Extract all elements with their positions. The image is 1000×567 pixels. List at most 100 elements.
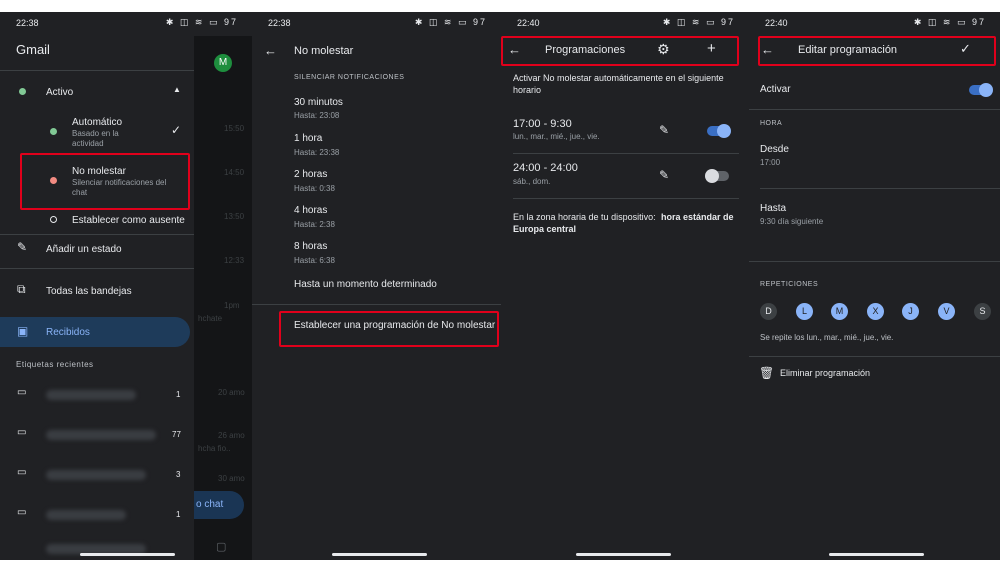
delete-schedule-button[interactable]: Eliminar programación <box>780 368 870 378</box>
divider <box>749 261 1000 262</box>
label-icon: ▭ <box>17 427 27 438</box>
automatic-sub: Basado en la actividad <box>72 129 119 148</box>
automatic-label[interactable]: Automático <box>72 117 122 128</box>
edit-pencil-icon[interactable]: ✎ <box>659 169 669 181</box>
from-label[interactable]: Desde <box>760 144 789 155</box>
dnd-option-until: Hasta: 6:38 <box>294 256 335 265</box>
status-time: 22:40 <box>765 18 788 28</box>
divider <box>252 304 501 305</box>
add-status-item[interactable]: Añadir un estado <box>46 244 122 255</box>
schedule-time[interactable]: 17:00 - 9:30 <box>513 118 572 130</box>
highlight-box <box>758 36 996 66</box>
label-icon: ▭ <box>17 387 27 398</box>
intro-text: horario <box>513 85 542 95</box>
label-count: 77 <box>172 430 181 439</box>
scrim-text: 12:33 <box>224 256 245 265</box>
dnd-option[interactable]: 30 minutos <box>294 97 343 108</box>
dnd-option-until: Hasta: 23:08 <box>294 111 340 120</box>
back-arrow-icon[interactable]: ← <box>264 44 277 57</box>
day-toggle-friday[interactable]: V <box>938 303 955 320</box>
dnd-option[interactable]: 2 horas <box>294 169 327 180</box>
scrim-text: 26 amo <box>218 431 245 440</box>
page-title: No molestar <box>294 45 354 57</box>
divider <box>760 188 1000 189</box>
divider <box>513 198 739 199</box>
gesture-bar <box>576 553 671 556</box>
dnd-option-until: Hasta: 23:38 <box>294 148 340 157</box>
schedule-toggle[interactable] <box>705 169 729 183</box>
timezone-prefix: En la zona horaria de tu dispositivo: <box>513 212 656 222</box>
timezone-name: hora estándar de <box>661 212 734 222</box>
scrim-text: 1pm <box>224 301 240 310</box>
schedule-toggle[interactable] <box>707 124 731 138</box>
gesture-bar <box>80 553 175 556</box>
status-icons: ✱ ◫ ≋ ▭ 97 <box>414 17 487 27</box>
status-bar: 22:38 ✱ ◫ ≋ ▭ 97 <box>0 12 252 36</box>
intro-text: Activar No molestar automáticamente en e… <box>513 73 724 83</box>
until-moment-option[interactable]: Hasta un momento determinado <box>294 279 437 290</box>
status-time: 22:38 <box>268 18 291 28</box>
edit-schedule-panel: 22:40 ✱ ◫ ≋ ▭ 97 ← Editar programación ✓… <box>749 12 1000 560</box>
label-icon: ▭ <box>17 507 27 518</box>
dnd-option[interactable]: 8 horas <box>294 241 327 252</box>
recent-labels-header: Etiquetas recientes <box>16 360 94 369</box>
account-drawer-panel: 22:38 ✱ ◫ ≋ ▭ 97 M 15:50 14:50 13:50 12:… <box>0 12 252 560</box>
hour-section-header: Hora <box>760 120 783 127</box>
dnd-option[interactable]: 1 hora <box>294 133 322 144</box>
blurred-label <box>46 470 146 480</box>
dnd-option-until: Hasta: 0:38 <box>294 184 335 193</box>
schedule-time[interactable]: 24:00 - 24:00 <box>513 162 578 174</box>
gesture-bar <box>332 553 427 556</box>
all-inboxes-item[interactable]: Todas las bandejas <box>46 286 132 297</box>
pencil-icon: ✎ <box>17 240 28 254</box>
divider <box>0 70 194 71</box>
highlight-box <box>20 153 190 210</box>
active-status-dot <box>19 88 26 95</box>
timezone-name: Europa central <box>513 224 577 234</box>
day-toggle-monday[interactable]: L <box>796 303 813 320</box>
status-icons: ✱ ◫ ≋ ▭ 97 <box>165 17 238 27</box>
received-item[interactable] <box>0 317 190 347</box>
avatar[interactable]: M <box>214 54 232 72</box>
label-icon: ▭ <box>17 467 27 478</box>
activate-label: Activar <box>760 84 791 95</box>
schedule-days: lun., mar., mié., jue., vie. <box>513 132 600 141</box>
divider <box>0 234 194 235</box>
scrim-text: 15:50 <box>224 124 245 133</box>
active-label[interactable]: Activo <box>46 87 73 98</box>
chevron-up-icon[interactable]: ▲ <box>173 86 181 94</box>
away-label[interactable]: Establecer como ausente <box>72 215 185 226</box>
highlight-box <box>501 36 739 66</box>
check-icon: ✓ <box>171 123 182 137</box>
received-label: Recibidos <box>46 327 90 338</box>
repeat-section-header: Repeticiones <box>760 281 819 288</box>
away-status-dot <box>50 216 57 223</box>
edit-pencil-icon[interactable]: ✎ <box>659 124 669 136</box>
label-count: 3 <box>176 470 181 479</box>
app-title: Gmail <box>16 42 50 57</box>
trash-icon: 🗑 <box>759 366 775 380</box>
divider <box>749 109 1000 110</box>
scrim-text: 20 amo <box>218 388 245 397</box>
day-toggle-wednesday[interactable]: X <box>867 303 884 320</box>
status-icons: ✱ ◫ ≋ ▭ 97 <box>662 17 735 27</box>
video-icon[interactable]: ▢ <box>216 542 226 553</box>
divider <box>0 268 194 269</box>
to-label[interactable]: Hasta <box>760 203 786 214</box>
day-toggle-saturday[interactable]: S <box>974 303 991 320</box>
dnd-option[interactable]: 4 horas <box>294 205 327 216</box>
highlight-box <box>279 311 499 347</box>
day-toggle-sunday[interactable]: D <box>760 303 777 320</box>
day-toggle-thursday[interactable]: J <box>902 303 919 320</box>
repeat-summary: Se repite los lun., mar., mié., jue., vi… <box>760 333 894 342</box>
day-toggle-tuesday[interactable]: M <box>831 303 848 320</box>
divider <box>513 153 739 154</box>
status-bar: 22:38 ✱ ◫ ≋ ▭ 97 <box>252 12 501 36</box>
gesture-bar <box>829 553 924 556</box>
scrim-text: 14:50 <box>224 168 245 177</box>
inboxes-icon: ⧉ <box>17 282 26 296</box>
status-icons: ✱ ◫ ≋ ▭ 97 <box>913 17 986 27</box>
schedules-panel: 22:40 ✱ ◫ ≋ ▭ 97 ← Programaciones ⚙ + Ac… <box>501 12 749 560</box>
blurred-label <box>46 430 156 440</box>
activate-toggle[interactable] <box>969 83 993 97</box>
